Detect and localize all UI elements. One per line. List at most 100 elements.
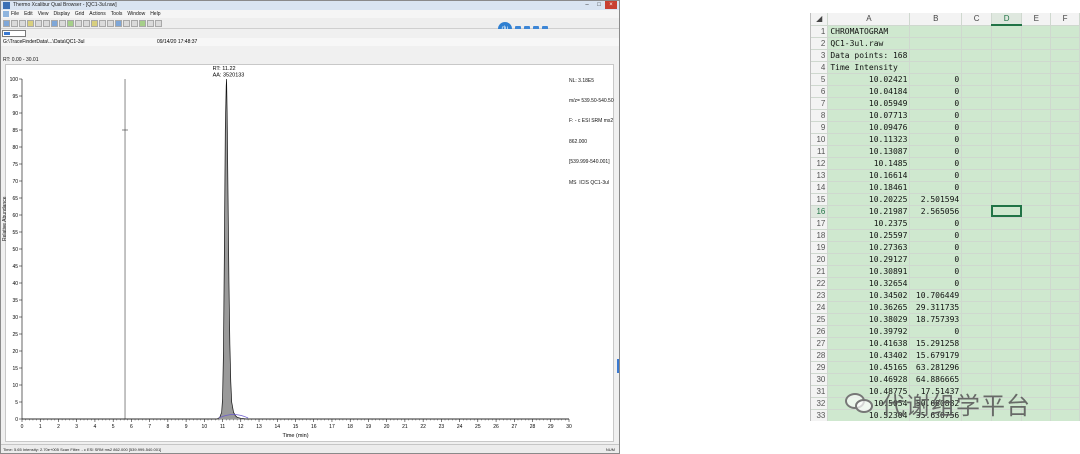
cell-d[interactable] — [991, 169, 1023, 182]
cell-a[interactable]: Time Intensity — [827, 61, 911, 74]
cell-b[interactable]: 10.706449 — [909, 289, 963, 302]
row-number[interactable]: 8 — [811, 109, 829, 122]
cell-d[interactable] — [991, 97, 1023, 110]
cell-b[interactable]: 64.886665 — [909, 373, 963, 386]
row-number[interactable]: 1 — [811, 25, 829, 38]
cell-d[interactable] — [991, 181, 1023, 194]
menu-view[interactable]: View — [38, 10, 49, 18]
cell-f[interactable] — [1050, 277, 1080, 290]
cell-c[interactable] — [961, 109, 992, 122]
cell-c[interactable] — [961, 361, 992, 374]
cell-c[interactable] — [961, 169, 992, 182]
peak-icon[interactable] — [131, 19, 138, 27]
cell-c[interactable] — [961, 337, 992, 350]
cell-a[interactable]: 10.2375 — [827, 217, 911, 230]
cell-d[interactable] — [991, 145, 1023, 158]
column-header-a[interactable]: A — [827, 13, 911, 26]
cell-c[interactable] — [961, 289, 992, 302]
cell-f[interactable] — [1050, 409, 1080, 421]
cell-a[interactable]: 10.16614 — [827, 169, 911, 182]
cell-e[interactable] — [1021, 217, 1052, 230]
row-number[interactable]: 25 — [811, 313, 829, 326]
cell-a[interactable]: 10.25597 — [827, 229, 911, 242]
cell-d[interactable] — [991, 313, 1023, 326]
cell-f[interactable] — [1050, 181, 1080, 194]
cell-b[interactable]: 0 — [909, 217, 963, 230]
cell-e[interactable] — [1021, 145, 1052, 158]
cell-b[interactable]: 0 — [909, 241, 963, 254]
cell-b[interactable]: 63.281296 — [909, 361, 963, 374]
cell-c[interactable] — [961, 241, 992, 254]
column-header-e[interactable]: E — [1021, 13, 1052, 26]
print-icon[interactable] — [19, 19, 26, 27]
row-number[interactable]: 12 — [811, 157, 829, 170]
cell-f[interactable] — [1050, 313, 1080, 326]
cell-b[interactable] — [909, 25, 963, 38]
cell-c[interactable] — [961, 205, 992, 218]
cell-d[interactable] — [991, 337, 1023, 350]
cell-e[interactable] — [1021, 265, 1052, 278]
chromatogram-icon[interactable] — [51, 19, 58, 27]
cell-f[interactable] — [1050, 217, 1080, 230]
cell-f[interactable] — [1050, 397, 1080, 410]
row-number[interactable]: 10 — [811, 133, 829, 146]
cell-e[interactable] — [1021, 301, 1052, 314]
row-number[interactable]: 23 — [811, 289, 829, 302]
cell-c[interactable] — [961, 229, 992, 242]
cell-c[interactable] — [961, 97, 992, 110]
cell-a[interactable]: 10.07713 — [827, 109, 911, 122]
cell-b[interactable]: 0 — [909, 145, 963, 158]
row-number[interactable]: 26 — [811, 325, 829, 338]
cell-e[interactable] — [1021, 73, 1052, 86]
cell-f[interactable] — [1050, 205, 1080, 218]
menu-file[interactable]: File — [11, 10, 19, 18]
menu-edit[interactable]: Edit — [24, 10, 33, 18]
cell-d[interactable] — [991, 253, 1023, 266]
row-number[interactable]: 32 — [811, 397, 829, 410]
cell-d[interactable] — [991, 373, 1023, 386]
cell-c[interactable] — [961, 61, 992, 74]
cell-a[interactable]: 10.18461 — [827, 181, 911, 194]
cell-a[interactable]: 10.30891 — [827, 265, 911, 278]
menu-grid[interactable]: Grid — [75, 10, 84, 18]
cell-f[interactable] — [1050, 265, 1080, 278]
cell-b[interactable]: 15.679179 — [909, 349, 963, 362]
cell-e[interactable] — [1021, 121, 1052, 134]
cell-c[interactable] — [961, 277, 992, 290]
cell-f[interactable] — [1050, 385, 1080, 398]
cell-c[interactable] — [961, 85, 992, 98]
row-number[interactable]: 4 — [811, 61, 829, 74]
cell-d[interactable] — [991, 301, 1023, 314]
close-button[interactable]: × — [605, 1, 617, 9]
cell-f[interactable] — [1050, 97, 1080, 110]
cell-f[interactable] — [1050, 169, 1080, 182]
cell-a[interactable]: 10.38029 — [827, 313, 911, 326]
cell-e[interactable] — [1021, 109, 1052, 122]
cell-b[interactable]: 29.311735 — [909, 301, 963, 314]
row-number[interactable]: 33 — [811, 409, 829, 421]
cell-a[interactable]: 10.36265 — [827, 301, 911, 314]
menu-window[interactable]: Window — [127, 10, 145, 18]
cell-f[interactable] — [1050, 301, 1080, 314]
cell-f[interactable] — [1050, 289, 1080, 302]
cell-d[interactable] — [991, 25, 1023, 38]
copy-icon[interactable] — [27, 19, 34, 27]
cell-e[interactable] — [1021, 133, 1052, 146]
corner-cell[interactable]: ◢ — [811, 13, 829, 26]
cell-d[interactable] — [991, 193, 1023, 206]
cell-d[interactable] — [991, 349, 1023, 362]
cell-e[interactable] — [1021, 349, 1052, 362]
cell-b[interactable]: 15.291258 — [909, 337, 963, 350]
column-header-f[interactable]: F — [1050, 13, 1080, 26]
cell-e[interactable] — [1021, 253, 1052, 266]
cell-a[interactable]: 10.27363 — [827, 241, 911, 254]
cell-a[interactable]: 10.20225 — [827, 193, 911, 206]
cell-b[interactable]: 0 — [909, 265, 963, 278]
cell-a[interactable]: 10.46928 — [827, 373, 911, 386]
cell-d[interactable] — [991, 277, 1023, 290]
cell-c[interactable] — [961, 313, 992, 326]
cell-f[interactable] — [1050, 241, 1080, 254]
cell-c[interactable] — [961, 349, 992, 362]
row-number[interactable]: 14 — [811, 181, 829, 194]
cell-b[interactable] — [909, 37, 963, 50]
